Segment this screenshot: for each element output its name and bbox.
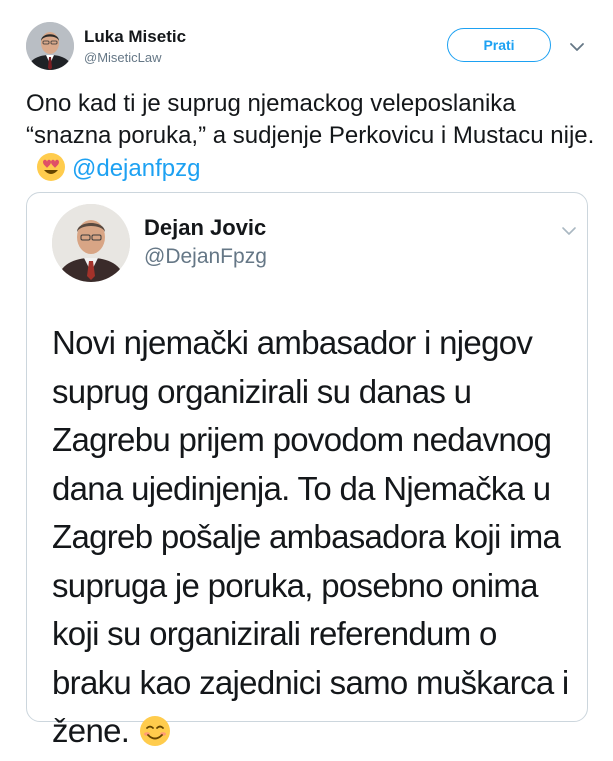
tweet-body-text: Ono kad ti je suprug njemackog veleposla… [26,90,595,149]
smiling-face-icon [139,712,171,746]
quoted-author-handle[interactable]: @DejanFpzg [144,245,267,269]
chevron-down-icon[interactable] [569,42,585,52]
smiling-face-with-heart-eyes-icon [36,152,66,182]
follow-button[interactable]: Prati [447,28,551,62]
quoted-tweet-text: Novi njemački ambasador i njegov suprug … [52,319,582,756]
tweet-text: Ono kad ti je suprug njemackog veleposla… [26,88,596,185]
author-handle[interactable]: @MiseticLaw [84,50,162,65]
mention-link[interactable]: @dejanfpzg [72,155,200,182]
quoted-author-avatar[interactable] [52,204,130,282]
author-avatar[interactable] [26,22,74,70]
author-name[interactable]: Luka Misetic [84,27,186,47]
quoted-author-name[interactable]: Dejan Jovic [144,215,266,241]
quoted-body-text: Novi njemački ambasador i njegov suprug … [52,324,569,749]
chevron-down-icon[interactable] [561,226,577,236]
